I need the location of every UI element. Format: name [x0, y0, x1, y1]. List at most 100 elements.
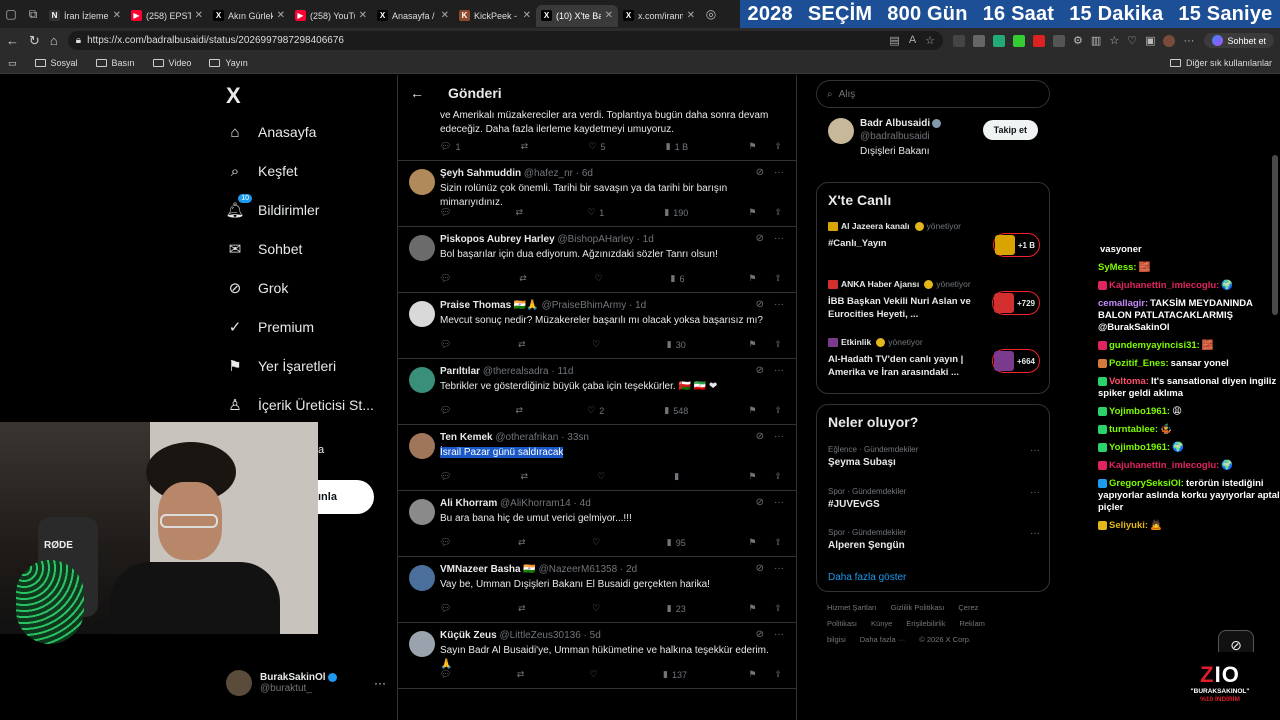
author-name[interactable]: Ali Khorram: [440, 498, 497, 509]
author-handle[interactable]: @BishopAHarley: [557, 234, 633, 245]
browser-tab[interactable]: ▶ (258) YouTube ✕: [290, 5, 372, 27]
listener-pill[interactable]: +1 B: [992, 233, 1040, 257]
bookmark-button[interactable]: ⚑ ⇪: [748, 471, 782, 482]
search-input[interactable]: ⌕ Alış: [816, 80, 1050, 108]
chat-username[interactable]: Yojimbo1961:: [1109, 442, 1170, 453]
chat-username[interactable]: Kajuhanettin_imlecoglu:: [1109, 280, 1219, 291]
bookmark-button[interactable]: ⚑ ⇪: [748, 339, 782, 350]
share-icon[interactable]: ⇪: [774, 537, 782, 548]
tab-overview-icon[interactable]: ⧉: [22, 0, 44, 28]
chat-username[interactable]: Voltoma:: [1109, 376, 1149, 387]
home-icon[interactable]: ⌂: [50, 33, 58, 48]
extension-icon[interactable]: [1033, 34, 1046, 47]
views-button[interactable]: ▮ 1 B: [666, 141, 688, 152]
author-handle[interactable]: @AliKhorram14: [500, 498, 571, 509]
reply-button[interactable]: 💬︎: [440, 471, 455, 482]
close-tab-icon[interactable]: ✕: [523, 10, 531, 21]
views-button[interactable]: ▮ 6: [671, 273, 685, 284]
grok-icon[interactable]: ⊘: [756, 431, 764, 442]
translate-icon[interactable]: A: [909, 34, 916, 47]
profile-avatar[interactable]: [1163, 34, 1176, 47]
author-handle[interactable]: @LittleZeus30136: [499, 630, 580, 641]
author-name[interactable]: Praise Thomas 🇮🇳🙏: [440, 300, 539, 311]
avatar[interactable]: [409, 499, 435, 525]
repost-button[interactable]: ⇄: [518, 603, 530, 614]
author-handle[interactable]: @hafez_nr: [524, 168, 573, 179]
bookmark-button[interactable]: ⚑ ⇪: [748, 273, 782, 284]
reply-post[interactable]: Ali Khorram @AliKhorram14 · 4d ⊘ ··· Bu ara…: [398, 491, 796, 557]
share-icon[interactable]: ⇪: [774, 471, 782, 482]
avatar[interactable]: [409, 235, 435, 261]
repost-button[interactable]: ⇄: [518, 537, 530, 548]
author-name[interactable]: Şeyh Sahmuddin: [440, 168, 521, 179]
sidebar-item-bookmarks[interactable]: ⚑ Yer İşaretleri: [226, 357, 336, 375]
more-icon[interactable]: ···: [774, 299, 784, 310]
other-bookmarks[interactable]: Diğer sık kullanılanlar: [1169, 58, 1272, 68]
live-item[interactable]: Etkinlik yönetiyor Al-Hadath TV'den canlı …: [828, 337, 1040, 379]
avatar[interactable]: [409, 565, 435, 591]
like-button[interactable]: ♡: [597, 471, 609, 482]
browser-tab[interactable]: Xx.com/iranm ✕: [618, 5, 700, 27]
post-time[interactable]: · 33sn: [561, 432, 589, 443]
avatar[interactable]: [409, 301, 435, 327]
close-tab-icon[interactable]: ✕: [359, 10, 367, 21]
x-logo-icon[interactable]: X: [226, 83, 241, 109]
extension-icon[interactable]: [1053, 34, 1066, 47]
trend-item[interactable]: Eğlence · Gündemdekiler Şeyma Subaşı ···: [828, 445, 1040, 468]
views-button[interactable]: ▮: [674, 471, 683, 482]
more-icon[interactable]: ···: [774, 629, 784, 640]
more-icon[interactable]: ···: [774, 365, 784, 376]
close-tab-icon[interactable]: ✕: [441, 10, 449, 21]
sidebar-item-explore[interactable]: ⌕ Keşfet: [226, 162, 298, 180]
reply-post[interactable]: Praise Thomas 🇮🇳🙏 @PraiseBhimArmy · 1d ⊘ ·…: [398, 293, 796, 359]
reply-button[interactable]: 💬︎ 1: [440, 141, 460, 152]
more-icon[interactable]: ···: [1030, 528, 1040, 539]
like-button[interactable]: ♡: [592, 603, 604, 614]
reply-button[interactable]: 💬︎: [440, 405, 455, 416]
more-icon[interactable]: ···: [374, 676, 386, 690]
bookmark-folder[interactable]: Yayın: [209, 58, 248, 68]
reply-post[interactable]: Parıltılar @therealsadra · 11d ⊘ ··· Tebrik…: [398, 359, 796, 425]
avatar[interactable]: [409, 367, 435, 393]
reply-button[interactable]: 💬︎: [440, 537, 455, 548]
sidebar-item-home[interactable]: ⌂ Anasayfa: [226, 123, 316, 141]
avatar[interactable]: [409, 631, 435, 657]
post-time[interactable]: · 4d: [574, 498, 591, 509]
chat-username[interactable]: cemallagir:: [1098, 298, 1148, 309]
back-icon[interactable]: ←: [6, 33, 19, 48]
bookmark-folder[interactable]: Basın: [95, 58, 135, 68]
more-icon[interactable]: ···: [774, 497, 784, 508]
show-more-link[interactable]: Daha fazla göster: [828, 572, 906, 583]
sidebar-toggle-icon[interactable]: ▭: [8, 58, 17, 69]
chat-username[interactable]: Pozitif_Enes:: [1109, 358, 1169, 369]
profile-card[interactable]: Badr Albusaidi @badralbusaidi Dışişleri …: [816, 112, 1050, 172]
views-button[interactable]: ▮ 30: [667, 339, 686, 350]
listener-pill[interactable]: +729: [991, 291, 1040, 315]
share-icon[interactable]: ⇪: [774, 339, 782, 350]
bookmark-button[interactable]: ⚑ ⇪: [748, 537, 782, 548]
post-continuation[interactable]: ve Amerikalı müzakereciler ara verdi. To…: [398, 105, 796, 161]
extension-icon[interactable]: [1013, 34, 1026, 47]
browser-tab[interactable]: X (10) X'te Badr ✕: [536, 4, 618, 27]
post-time[interactable]: · 6d: [576, 168, 593, 179]
chat-username[interactable]: gundemyayincisi31:: [1109, 340, 1200, 351]
reply-post[interactable]: Piskopos Aubrey Harley @BishopAHarley · …: [398, 227, 796, 293]
like-button[interactable]: ♡: [590, 669, 602, 680]
browser-tab[interactable]: X Anasayfa / X ✕: [372, 5, 454, 27]
sidebar-item-grok[interactable]: ⊘ Grok: [226, 279, 289, 297]
like-button[interactable]: ♡: [595, 273, 607, 284]
reply-button[interactable]: 💬︎: [440, 207, 455, 218]
grok-icon[interactable]: ⊘: [756, 299, 764, 310]
more-icon[interactable]: ···: [774, 563, 784, 574]
close-tab-icon[interactable]: ✕: [195, 10, 203, 21]
post-time[interactable]: · 1d: [629, 300, 646, 311]
new-tab-icon[interactable]: ◎: [700, 0, 722, 28]
reload-icon[interactable]: ↻: [29, 33, 40, 49]
follow-button[interactable]: Takip et: [982, 120, 1038, 140]
like-button[interactable]: ♡ 1: [587, 207, 604, 218]
author-name[interactable]: Küçük Zeus: [440, 630, 497, 641]
copilot-chat-button[interactable]: Sohbet et: [1204, 33, 1274, 48]
repost-button[interactable]: ⇄: [521, 471, 533, 482]
footer-link[interactable]: © 2026 X Corp.: [919, 635, 971, 644]
repost-button[interactable]: ⇄: [519, 273, 531, 284]
